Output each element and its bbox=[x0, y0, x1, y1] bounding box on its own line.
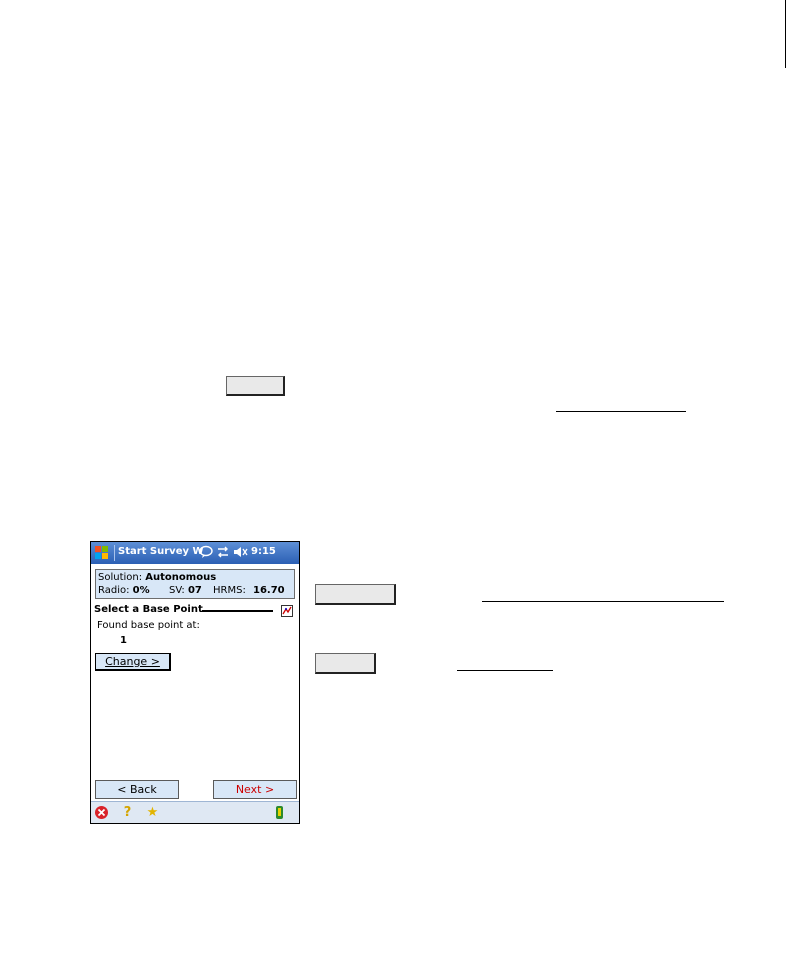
doc-button-graphic-1 bbox=[226, 376, 285, 396]
map-icon[interactable] bbox=[281, 605, 293, 617]
found-value: 1 bbox=[120, 635, 127, 646]
solution-row: Solution: Autonomous bbox=[98, 572, 216, 583]
hrms-value: 16.70 bbox=[253, 585, 285, 596]
volume-icon[interactable] bbox=[233, 545, 249, 561]
sv-row: SV: 07 bbox=[169, 585, 202, 596]
clock-time[interactable]: 9:15 bbox=[251, 546, 276, 557]
message-icon[interactable] bbox=[199, 545, 213, 561]
gps-status-panel: Solution: Autonomous Radio: 0% SV: 07 HR… bbox=[95, 569, 295, 599]
radio-value: 0% bbox=[132, 585, 150, 596]
doc-button-graphic-3 bbox=[315, 653, 376, 674]
device-screen: Start Survey W 9:15 Solution: Autonomous… bbox=[90, 541, 300, 824]
found-label: Found base point at: bbox=[97, 620, 200, 631]
title-bar: Start Survey W 9:15 bbox=[91, 542, 299, 564]
window-title: Start Survey W bbox=[118, 546, 204, 557]
next-button[interactable]: Next > bbox=[213, 780, 297, 799]
back-button[interactable]: < Back bbox=[95, 780, 179, 799]
windows-start-icon[interactable] bbox=[94, 545, 110, 561]
hrms-row: HRMS: 16.70 bbox=[213, 585, 285, 596]
doc-underline-1 bbox=[556, 411, 686, 412]
doc-button-graphic-2 bbox=[315, 584, 396, 605]
gps-receiver-icon[interactable] bbox=[272, 805, 287, 820]
solution-value: Autonomous bbox=[145, 572, 217, 583]
radio-row: Radio: 0% bbox=[98, 585, 150, 596]
hrms-label: HRMS: bbox=[213, 585, 246, 596]
connectivity-icon[interactable] bbox=[216, 545, 230, 561]
sv-label: SV: bbox=[169, 585, 185, 596]
solution-label: Solution: bbox=[98, 572, 143, 583]
section-divider bbox=[202, 610, 273, 612]
radio-label: Radio: bbox=[98, 585, 130, 596]
section-title: Select a Base Point bbox=[94, 604, 203, 615]
sv-value: 07 bbox=[187, 585, 202, 596]
title-separator bbox=[114, 545, 115, 561]
favorites-icon[interactable]: ★ bbox=[145, 805, 160, 820]
change-button[interactable]: Change > bbox=[95, 653, 171, 671]
help-icon[interactable]: ? bbox=[120, 805, 135, 820]
close-icon[interactable] bbox=[94, 805, 109, 820]
bottom-toolbar: ? ★ bbox=[91, 801, 299, 823]
doc-underline-3 bbox=[457, 670, 553, 671]
doc-underline-2 bbox=[482, 601, 724, 602]
